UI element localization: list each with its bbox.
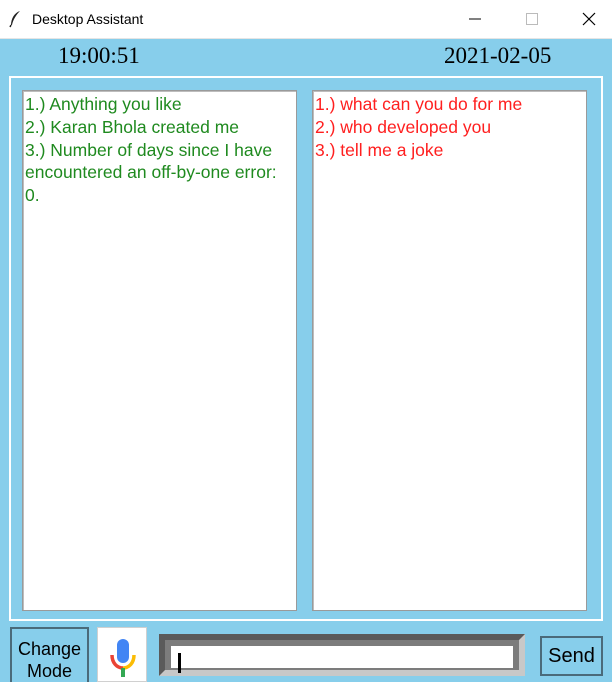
microphone-button[interactable]: [97, 627, 147, 682]
send-button[interactable]: Send: [540, 636, 603, 676]
assistant-response-line: 2.) Karan Bhola created me: [25, 116, 240, 137]
title-bar: Desktop Assistant: [0, 0, 612, 39]
change-mode-label-line1: Change: [17, 639, 82, 659]
assistant-response-line: 1.) Anything you like: [25, 94, 182, 114]
microphone-icon: [110, 639, 136, 677]
close-button[interactable]: [566, 0, 612, 39]
message-input-frame: [159, 634, 525, 676]
clock-label: 19:00:51: [58, 43, 140, 68]
maximize-icon: [526, 13, 538, 25]
message-input[interactable]: [171, 646, 513, 668]
close-icon: [582, 12, 596, 26]
user-query-line: 1.) what can you do for me: [315, 94, 523, 114]
minimize-button[interactable]: [452, 0, 498, 39]
user-query-line: 2.) who developed you: [315, 116, 492, 137]
date-label: 2021-02-05: [444, 43, 552, 68]
text-caret: [178, 653, 181, 673]
window-title: Desktop Assistant: [32, 11, 144, 27]
assistant-response-line: 3.) Number of days since I have encounte…: [25, 139, 277, 206]
assistant-response-panel[interactable]: 1.) Anything you like 2.) Karan Bhola cr…: [22, 90, 297, 611]
feather-icon: [8, 10, 24, 28]
user-query-panel[interactable]: 1.) what can you do for me 2.) who devel…: [312, 90, 587, 611]
change-mode-label-line2: Mode: [26, 661, 73, 681]
change-mode-button[interactable]: Change Mode: [10, 627, 89, 682]
user-query-line: 3.) tell me a joke: [315, 139, 444, 160]
maximize-button[interactable]: [509, 0, 555, 39]
minimize-icon: [469, 18, 481, 20]
